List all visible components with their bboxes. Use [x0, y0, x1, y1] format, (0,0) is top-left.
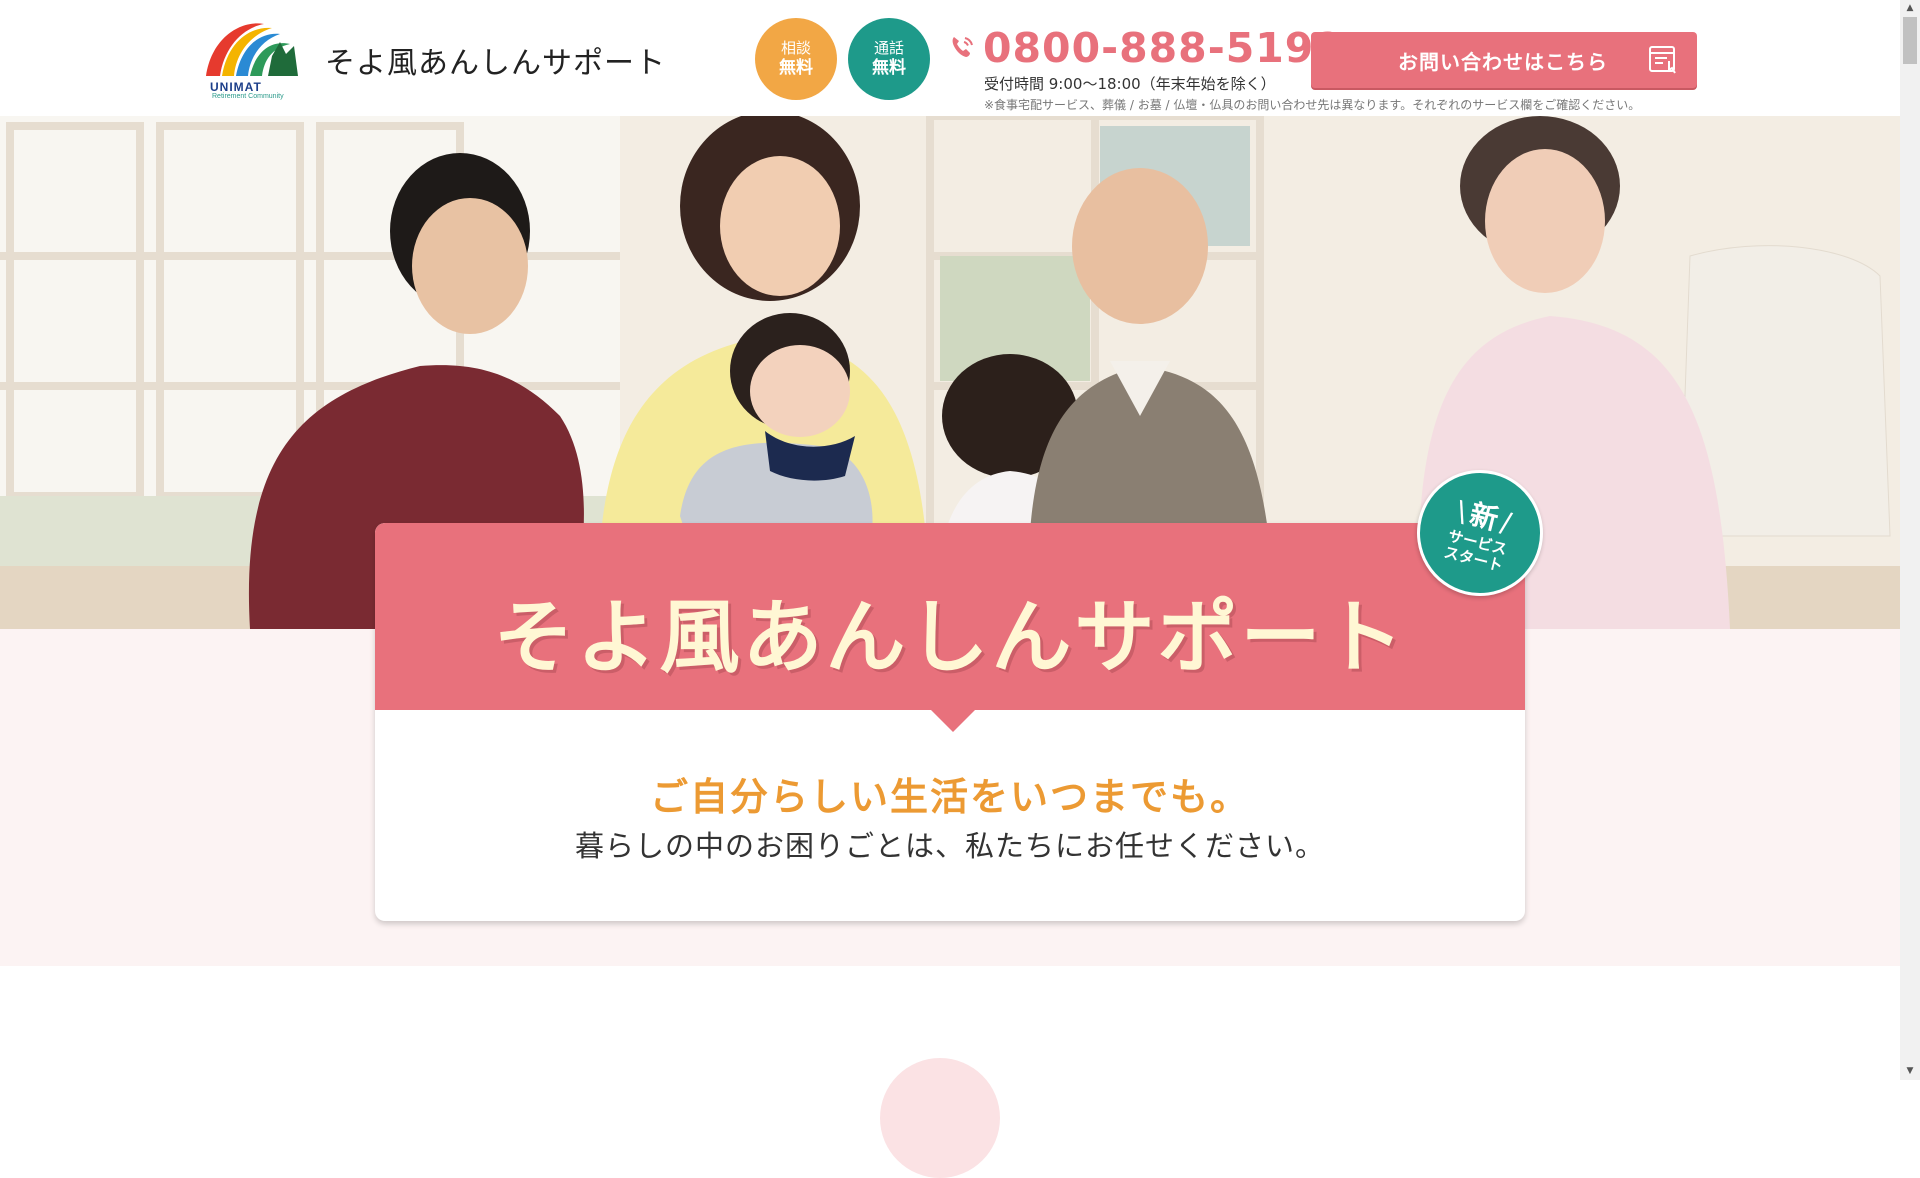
form-icon	[1649, 46, 1676, 74]
contact-button[interactable]: お問い合わせはこちら	[1311, 32, 1697, 88]
unimat-logo[interactable]: UNIMAT Retirement Community	[202, 18, 302, 100]
hero-card-header: そよ風あんしんサポート	[375, 523, 1525, 732]
rainbow-logo-icon	[206, 23, 298, 76]
badge-line1: 相談	[780, 39, 811, 57]
site-title[interactable]: そよ風あんしんサポート	[325, 38, 666, 82]
contact-button-label: お問い合わせはこちら	[1398, 50, 1608, 74]
badge-line2: 無料	[779, 58, 813, 78]
badge-line1: 通話	[873, 39, 904, 57]
badge-line2: 無料	[872, 58, 906, 78]
hero-title: そよ風あんしんサポート	[493, 591, 1407, 684]
phone-icon	[952, 37, 973, 57]
hero-card: そよ風あんしんサポート ご自分らしい生活をいつまでも。 暮らしの中のお困りごとは…	[375, 523, 1525, 921]
scroll-thumb[interactable]	[1903, 17, 1917, 64]
free-call-badge: 通話 無料	[848, 18, 930, 100]
section-decoration-circle	[880, 1058, 1000, 1178]
logo-sub-text: Retirement Community	[212, 93, 284, 100]
hero-subline: 暮らしの中のお困りごとは、私たちにお任せください。	[574, 829, 1325, 863]
scroll-up-arrow[interactable]: ▲	[1900, 0, 1920, 17]
hero-tagline: ご自分らしい生活をいつまでも。	[649, 775, 1250, 819]
free-consultation-badge: 相談 無料	[755, 18, 837, 100]
scroll-down-arrow[interactable]: ▼	[1900, 1063, 1920, 1080]
reception-hours: 受付時間 9:00〜18:00（年末年始を除く）	[984, 75, 1276, 93]
page-scrollbar[interactable]: ▲ ▼	[1900, 0, 1920, 1080]
contact-notice: ※食事宅配サービス、葬儀 / お墓 / 仏壇・仏具のお問い合わせ先は異なります。…	[984, 98, 1641, 112]
phone-number-link[interactable]: 0800-888-5192	[983, 24, 1344, 72]
site-header: UNIMAT Retirement Community そよ風あんしんサポート …	[0, 0, 1900, 116]
logo-brand-text: UNIMAT	[210, 80, 262, 94]
